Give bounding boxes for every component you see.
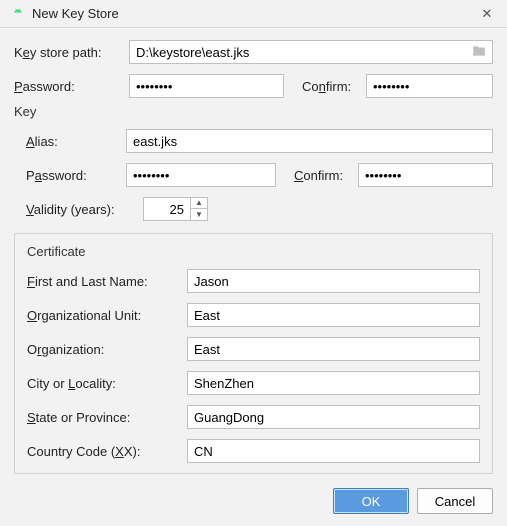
cert-org-input[interactable] — [187, 337, 480, 361]
cert-ou-label: Organizational Unit: — [27, 308, 187, 323]
key-password-input[interactable] — [126, 163, 276, 187]
cert-country-label: Country Code (XX): — [27, 444, 187, 459]
dialog-window: New Key Store ✕ Key store path: Password… — [0, 0, 507, 526]
titlebar: New Key Store ✕ — [0, 0, 507, 28]
folder-icon[interactable] — [471, 44, 487, 61]
cert-city-row: City or Locality: — [27, 371, 480, 395]
key-group-title: Key — [14, 104, 493, 119]
alias-input[interactable] — [126, 129, 493, 153]
cert-org-row: Organization: — [27, 337, 480, 361]
alias-row: Alias: — [14, 129, 493, 153]
store-password-label: Password: — [14, 79, 129, 94]
validity-spinner[interactable]: ▲ ▼ — [143, 197, 208, 221]
store-confirm-input[interactable] — [366, 74, 493, 98]
cert-country-row: Country Code (XX): — [27, 439, 480, 463]
close-icon[interactable]: ✕ — [477, 6, 497, 22]
key-confirm-label: Confirm: — [294, 168, 358, 183]
certificate-group: Certificate First and Last Name: Organiz… — [14, 233, 493, 474]
keystore-path-row: Key store path: — [14, 40, 493, 64]
cert-name-input[interactable] — [187, 269, 480, 293]
keystore-path-label: Key store path: — [14, 45, 129, 60]
keystore-path-input[interactable] — [129, 40, 493, 64]
window-title: New Key Store — [32, 6, 477, 21]
cert-state-row: State or Province: — [27, 405, 480, 429]
cert-name-row: First and Last Name: — [27, 269, 480, 293]
cert-country-input[interactable] — [187, 439, 480, 463]
key-group: Key Alias: Password: Confirm: Validity (… — [14, 104, 493, 474]
cert-state-label: State or Province: — [27, 410, 187, 425]
validity-input[interactable] — [144, 198, 190, 220]
key-password-label: Password: — [26, 168, 126, 183]
store-password-input[interactable] — [129, 74, 284, 98]
validity-row: Validity (years): ▲ ▼ — [14, 197, 493, 221]
cert-ou-input[interactable] — [187, 303, 480, 327]
content-area: Key store path: Password: Confirm: Key A… — [0, 28, 507, 480]
spinner-arrows: ▲ ▼ — [190, 198, 207, 220]
certificate-group-title: Certificate — [27, 244, 480, 259]
store-confirm-label: Confirm: — [302, 79, 366, 94]
spinner-down-icon[interactable]: ▼ — [191, 209, 207, 220]
cert-state-input[interactable] — [187, 405, 480, 429]
ok-button[interactable]: OK — [333, 488, 409, 514]
cert-org-label: Organization: — [27, 342, 187, 357]
alias-label: Alias: — [26, 134, 126, 149]
store-password-row: Password: Confirm: — [14, 74, 493, 98]
keystore-path-input-wrap — [129, 40, 493, 64]
cert-city-input[interactable] — [187, 371, 480, 395]
cert-name-label: First and Last Name: — [27, 274, 187, 289]
cert-ou-row: Organizational Unit: — [27, 303, 480, 327]
validity-label: Validity (years): — [26, 202, 143, 217]
cert-city-label: City or Locality: — [27, 376, 187, 391]
cancel-button[interactable]: Cancel — [417, 488, 493, 514]
key-confirm-input[interactable] — [358, 163, 493, 187]
key-password-row: Password: Confirm: — [14, 163, 493, 187]
android-logo-icon — [10, 6, 26, 22]
spinner-up-icon[interactable]: ▲ — [191, 198, 207, 209]
dialog-footer: OK Cancel — [0, 480, 507, 526]
